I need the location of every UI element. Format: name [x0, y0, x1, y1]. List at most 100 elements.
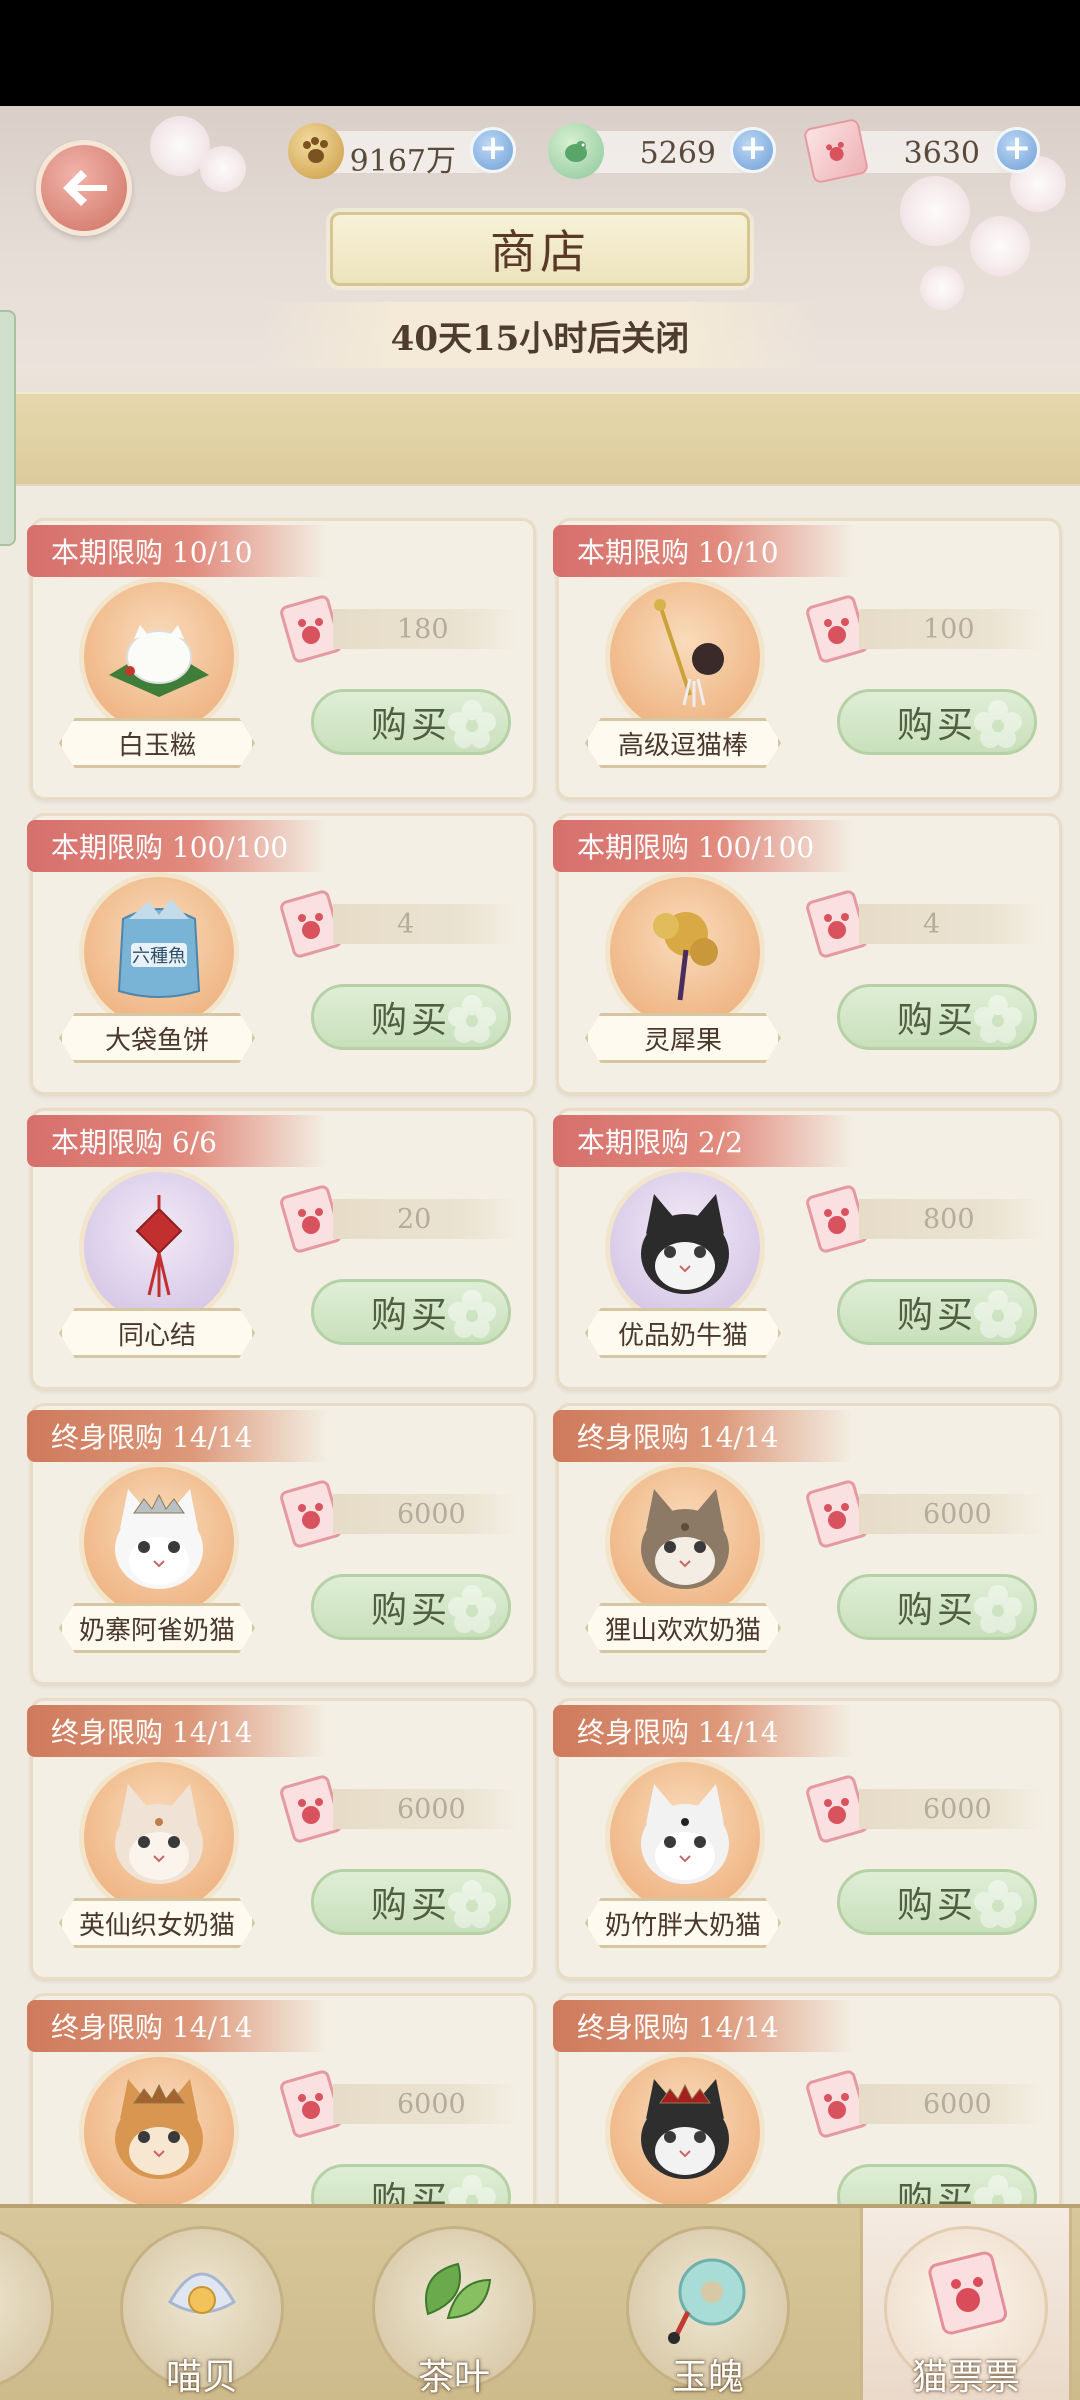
black-white-cat-icon	[620, 2065, 750, 2199]
item-image[interactable]	[605, 2052, 765, 2212]
item-image[interactable]	[605, 872, 765, 1032]
item-price: 6000	[859, 1789, 1045, 1829]
blossom-decoration	[900, 176, 970, 246]
buy-button[interactable]: 购买	[311, 1279, 511, 1345]
item-price: 180	[333, 609, 519, 649]
item-name: 灵犀果	[585, 1013, 781, 1063]
buy-button[interactable]: 购买	[837, 1869, 1037, 1935]
flower-icon	[972, 1288, 1024, 1340]
shell-pearl-icon	[167, 2272, 237, 2314]
nav-item-miaobei[interactable]: 喵贝	[120, 2226, 284, 2400]
panda-cat-icon	[620, 1770, 750, 1904]
bird-gem-icon	[548, 123, 604, 179]
shop-countdown: 40天15小时后关闭	[260, 302, 820, 368]
purchase-limit-badge: 本期限购 2/2	[553, 1115, 853, 1167]
purchase-limit-badge: 终身限购 14/14	[553, 1705, 853, 1757]
flower-icon	[446, 1878, 498, 1930]
item-name: 狸山欢欢奶猫	[585, 1603, 781, 1653]
nav-item-tea[interactable]: 茶叶	[372, 2226, 536, 2400]
item-price: 100	[859, 609, 1045, 649]
nav-label: 玉魄	[671, 2357, 744, 2398]
item-image[interactable]	[79, 2052, 239, 2212]
blossom-decoration	[200, 146, 246, 192]
item-price: 4	[859, 904, 1045, 944]
fish-cake-bag-icon: 六種魚	[109, 895, 209, 1009]
buy-button-label: 购买	[370, 1295, 451, 1336]
flower-icon	[446, 698, 498, 750]
nav-item-jade[interactable]: 玉魄	[626, 2226, 790, 2400]
side-tab[interactable]	[0, 310, 16, 546]
flower-icon	[446, 1583, 498, 1635]
item-price: 6000	[333, 2084, 519, 2124]
purchase-limit-badge: 终身限购 14/14	[27, 1410, 327, 1462]
purchase-limit-badge: 终身限购 14/14	[553, 2000, 853, 2052]
orange-cat-icon	[94, 1770, 224, 1904]
shop-item-card: 本期限购 2/2 优品奶牛猫 800 购买	[553, 1108, 1062, 1390]
buy-button-label: 购买	[370, 705, 451, 746]
purchase-limit-badge: 本期限购 10/10	[27, 525, 327, 577]
buy-button-label: 购买	[896, 705, 977, 746]
tabby-cat-icon	[620, 1475, 750, 1609]
buy-button[interactable]: 购买	[311, 689, 511, 755]
back-button[interactable]	[36, 140, 132, 236]
shop-item-card: 本期限购 10/10 高级逗猫棒 100 购买	[553, 518, 1062, 800]
item-image[interactable]	[79, 577, 239, 737]
buy-button[interactable]: 购买	[837, 689, 1037, 755]
shop-item-card: 终身限购 14/14 狸山欢欢奶猫 6000 购买	[553, 1403, 1062, 1685]
tea-leaf-icon	[425, 2262, 492, 2320]
item-name: 优品奶牛猫	[585, 1308, 781, 1358]
shop-item-card: 本期限购 100/100 灵犀果 4 购买	[553, 813, 1062, 1095]
buy-button[interactable]: 购买	[311, 1574, 511, 1640]
status-bar	[0, 0, 1080, 106]
item-image[interactable]	[605, 1462, 765, 1622]
item-name: 高级逗猫棒	[585, 718, 781, 768]
item-name: 奶寨阿雀奶猫	[59, 1603, 255, 1653]
currency-coins: 9167万 +	[288, 123, 516, 179]
tuxedo-cat-icon	[620, 1180, 750, 1314]
shop-item-card: 本期限购 10/10 白玉糍 180 购买	[27, 518, 536, 800]
item-image[interactable]	[79, 1462, 239, 1622]
item-price: 6000	[333, 1789, 519, 1829]
paw-coin-icon	[288, 123, 344, 179]
currency-gems: 5269 +	[548, 123, 776, 179]
banner-band	[0, 392, 1080, 484]
item-name: 同心结	[59, 1308, 255, 1358]
item-image[interactable]	[79, 1167, 239, 1327]
item-image[interactable]	[605, 577, 765, 737]
flower-icon	[972, 993, 1024, 1045]
shop-item-card: 本期限购 100/100 六種魚 大袋鱼饼 4 购买	[27, 813, 536, 1095]
item-price: 20	[333, 1199, 519, 1239]
coin-amount: 9167万	[349, 144, 456, 179]
item-name: 大袋鱼饼	[59, 1013, 255, 1063]
flower-icon	[972, 1583, 1024, 1635]
add-tickets-button[interactable]: +	[994, 127, 1040, 173]
ticket-amount: 3630	[903, 136, 980, 171]
add-gems-button[interactable]: +	[730, 127, 776, 173]
item-price: 6000	[859, 2084, 1045, 2124]
buy-button[interactable]: 购买	[837, 984, 1037, 1050]
longhair-cat-icon	[94, 2065, 224, 2199]
back-arrow-icon	[63, 170, 107, 206]
buy-button[interactable]: 购买	[311, 984, 511, 1050]
item-image[interactable]	[605, 1757, 765, 1917]
item-image[interactable]: 六種魚	[79, 872, 239, 1032]
nav-item-cat-ticket[interactable]: 猫票票	[884, 2226, 1048, 2400]
blossom-decoration	[970, 216, 1030, 276]
buy-button-label: 购买	[370, 1885, 451, 1926]
add-coins-button[interactable]: +	[470, 127, 516, 173]
buy-button[interactable]: 购买	[837, 1279, 1037, 1345]
item-image[interactable]	[79, 1757, 239, 1917]
buy-button-label: 购买	[896, 1000, 977, 1041]
cat-ticket-icon	[928, 2251, 1008, 2335]
nav-item-partial[interactable]	[0, 2226, 54, 2400]
buy-button[interactable]: 购买	[837, 1574, 1037, 1640]
bottom-nav: 喵贝 茶叶 玉魄 猫票票	[0, 2204, 1080, 2400]
flower-icon	[446, 993, 498, 1045]
item-image[interactable]	[605, 1167, 765, 1327]
item-price: 4	[333, 904, 519, 944]
golden-fruit-icon	[630, 890, 740, 1014]
flower-icon	[446, 1288, 498, 1340]
purchase-limit-badge: 终身限购 14/14	[27, 1705, 327, 1757]
shop-item-card: 终身限购 14/14 英仙织女奶猫 6000 购买	[27, 1698, 536, 1980]
buy-button[interactable]: 购买	[311, 1869, 511, 1935]
